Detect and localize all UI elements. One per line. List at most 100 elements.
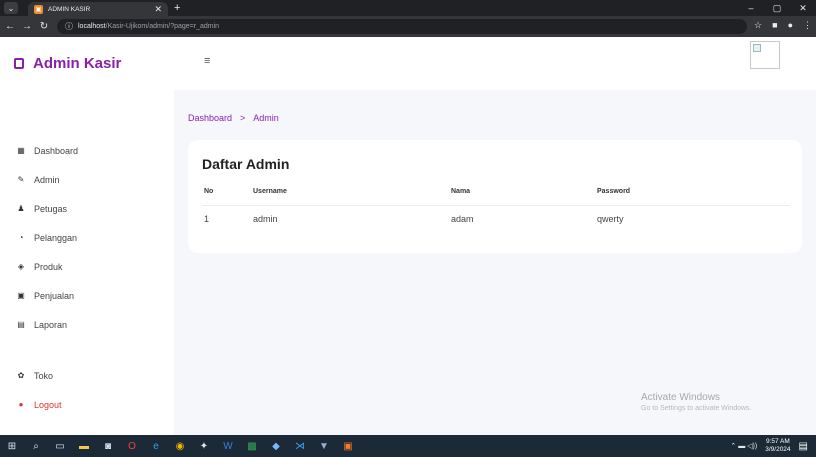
word-icon[interactable]: W — [216, 441, 240, 452]
profile-icon[interactable]: ● — [788, 20, 793, 31]
sidebar-item-laporan[interactable]: ▤ Laporan — [16, 310, 78, 339]
app-icon[interactable]: ✦ — [192, 441, 216, 452]
admin-list-card: Daftar Admin No Username Nama Password 1… — [188, 140, 802, 253]
tray-icons[interactable]: ⌃ ▬ ◁)) — [730, 442, 757, 450]
column-header-username: Username — [253, 188, 287, 195]
minimize-icon[interactable]: – — [738, 3, 764, 13]
sidebar-item-toko[interactable]: ✿ Toko — [16, 361, 62, 390]
task-view-icon[interactable]: ▭ — [48, 441, 72, 452]
notification-icon[interactable]: ▤ — [799, 441, 808, 452]
brand[interactable]: Admin Kasir — [14, 55, 121, 72]
toko-icon: ✿ — [17, 371, 25, 380]
sidebar-item-label: Produk — [34, 261, 63, 272]
sidebar-item-label: Laporan — [34, 319, 68, 330]
activate-windows-watermark: Activate Windows Go to Settings to activ… — [641, 392, 752, 412]
sidebar-item-petugas[interactable]: ♟ Petugas — [16, 194, 78, 223]
watermark-subtitle: Go to Settings to activate Windows. — [641, 405, 752, 412]
sidebar-item-label: Logout — [34, 399, 62, 410]
vscode-icon[interactable]: ⋊ — [288, 441, 312, 452]
sidebar-item-label: Admin — [34, 174, 60, 185]
opera-icon[interactable]: O — [120, 441, 144, 452]
excel-icon[interactable]: ▩ — [240, 441, 264, 452]
breadcrumb-dashboard-link[interactable]: Dashboard — [188, 113, 232, 123]
sidebar-nav: ▦ Dashboard ✎ Admin ♟ Petugas ◔ Pelangga… — [16, 136, 78, 339]
sidebar-item-label: Dashboard — [34, 145, 79, 156]
column-header-nama: Nama — [451, 188, 471, 195]
url-host: localhost — [78, 23, 106, 30]
tab-search-icon[interactable]: ⌄ — [4, 2, 18, 14]
sidebar-bottom-nav: ✿ Toko ● Logout — [16, 361, 62, 419]
xampp-icon[interactable]: ▣ — [336, 441, 360, 452]
new-tab-icon[interactable]: + — [174, 2, 180, 14]
admin-icon: ✎ — [17, 175, 25, 184]
pelanggan-icon: ◔ — [18, 233, 24, 242]
cell-nama: adam — [451, 214, 474, 224]
sidebar-item-produk[interactable]: ◈ Produk — [16, 252, 78, 281]
reload-icon[interactable]: ↻ — [37, 21, 51, 32]
breadcrumb: Dashboard > Admin — [188, 113, 279, 123]
cash-register-icon — [14, 58, 24, 69]
cell-username: admin — [253, 214, 278, 224]
sidebar-item-penjualan[interactable]: ▣ Penjualan — [16, 281, 78, 310]
table-header: No Username Nama Password — [202, 188, 790, 206]
taskbar: ⊞ ⌕ ▭ ▬ ◙ O e ◉ ✦ W ▩ ◆ ⋊ ▼ ▣ ⌃ ▬ ◁)) 9:… — [0, 435, 816, 457]
dashboard-icon: ▦ — [17, 146, 25, 155]
app-icon[interactable]: ◆ — [264, 441, 288, 452]
search-icon[interactable]: ⌕ — [24, 441, 48, 452]
avatar[interactable] — [750, 41, 780, 69]
sidepanel-icon[interactable]: ■ — [772, 20, 777, 31]
sidebar-item-dashboard[interactable]: ▦ Dashboard — [16, 136, 78, 165]
sidebar-item-label: Petugas — [34, 203, 68, 214]
tab-title: ADMIN KASIR — [48, 5, 91, 13]
petugas-icon: ♟ — [17, 204, 25, 213]
card-title: Daftar Admin — [202, 156, 290, 172]
sidebar-item-label: Toko — [34, 370, 54, 381]
close-window-icon[interactable]: ✕ — [790, 3, 816, 14]
site-info-icon[interactable]: ⓘ — [65, 21, 73, 32]
watermark-title: Activate Windows — [641, 392, 720, 403]
windows-start-icon[interactable]: ⊞ — [0, 441, 24, 452]
table-row: 1 admin adam qwerty — [202, 214, 790, 232]
cell-password: qwerty — [597, 214, 624, 224]
sidebar-item-label: Penjualan — [34, 290, 75, 301]
browser-tab-bar: ⌄ ▣ ADMIN KASIR ✕ + – ▢ ✕ — [0, 0, 816, 16]
hamburger-menu-icon[interactable]: ≡ — [204, 55, 210, 67]
clock-time: 9:57 AM — [765, 438, 790, 445]
app-icon[interactable]: ▼ — [312, 441, 336, 452]
url-path: /Kasir-Ujikom/admin/?page=r_admin — [105, 23, 220, 30]
forward-icon[interactable]: → — [20, 21, 34, 32]
file-explorer-icon[interactable]: ▬ — [72, 441, 96, 452]
bookmark-star-icon[interactable]: ☆ — [754, 20, 762, 31]
brand-title: Admin Kasir — [33, 55, 122, 72]
system-tray: ⌃ ▬ ◁)) 9:57 AM 3/9/2024 ▤ — [730, 435, 808, 457]
clock-date: 3/9/2024 — [765, 446, 791, 453]
penjualan-icon: ▣ — [17, 291, 25, 300]
sidebar-item-label: Pelanggan — [34, 232, 78, 243]
column-header-no: No — [204, 188, 214, 195]
close-tab-icon[interactable]: ✕ — [154, 4, 162, 15]
sidebar-item-logout[interactable]: ● Logout — [16, 390, 62, 419]
edge-icon[interactable]: e — [144, 441, 168, 452]
url-input[interactable]: ⓘ localhost /Kasir-Ujikom/admin/?page=r_… — [57, 19, 747, 34]
store-icon[interactable]: ◙ — [96, 441, 120, 452]
sidebar: Admin Kasir ▦ Dashboard ✎ Admin ♟ Petuga… — [0, 37, 174, 435]
column-header-password: Password — [597, 188, 631, 195]
browser-tab[interactable]: ▣ ADMIN KASIR ✕ — [28, 2, 168, 16]
produk-icon: ◈ — [17, 262, 25, 271]
favicon-icon: ▣ — [34, 4, 43, 14]
breadcrumb-current: Admin — [253, 113, 279, 123]
breadcrumb-separator: > — [240, 113, 246, 123]
cell-no: 1 — [204, 214, 210, 224]
broken-image-icon — [753, 44, 761, 52]
logout-icon: ● — [18, 400, 24, 409]
chrome-icon[interactable]: ◉ — [168, 441, 192, 452]
address-bar: ← → ↻ ⓘ localhost /Kasir-Ujikom/admin/?p… — [0, 16, 816, 37]
back-icon[interactable]: ← — [3, 21, 17, 32]
clock[interactable]: 9:57 AM 3/9/2024 — [765, 438, 790, 454]
menu-icon[interactable]: ⋮ — [803, 20, 812, 31]
maximize-icon[interactable]: ▢ — [764, 3, 790, 14]
top-bar: ≡ — [174, 37, 816, 90]
laporan-icon: ▤ — [17, 320, 25, 329]
sidebar-item-pelanggan[interactable]: ◔ Pelanggan — [16, 223, 78, 252]
sidebar-item-admin[interactable]: ✎ Admin — [16, 165, 78, 194]
